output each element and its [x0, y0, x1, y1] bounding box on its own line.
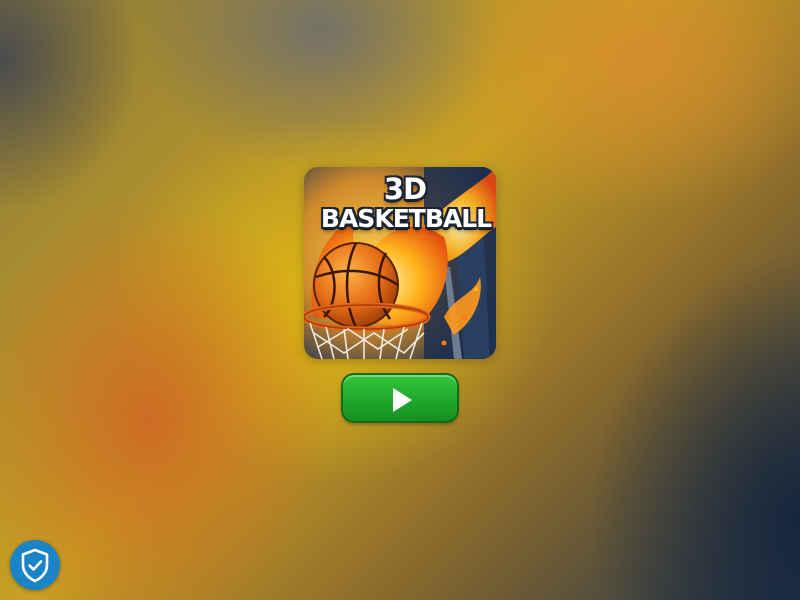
play-icon	[393, 388, 412, 412]
game-title-line2: BASKETBALL	[320, 204, 492, 233]
game-title-logo: 3D BASKETBALL	[304, 172, 496, 233]
privacy-shield-button[interactable]	[10, 540, 60, 590]
game-title-line1: 3D	[383, 172, 427, 206]
game-thumbnail[interactable]: 3D BASKETBALL	[304, 167, 496, 359]
game-splash-screen: 3D BASKETBALL	[0, 0, 800, 600]
shield-check-icon	[21, 548, 49, 583]
play-button[interactable]	[341, 373, 459, 423]
